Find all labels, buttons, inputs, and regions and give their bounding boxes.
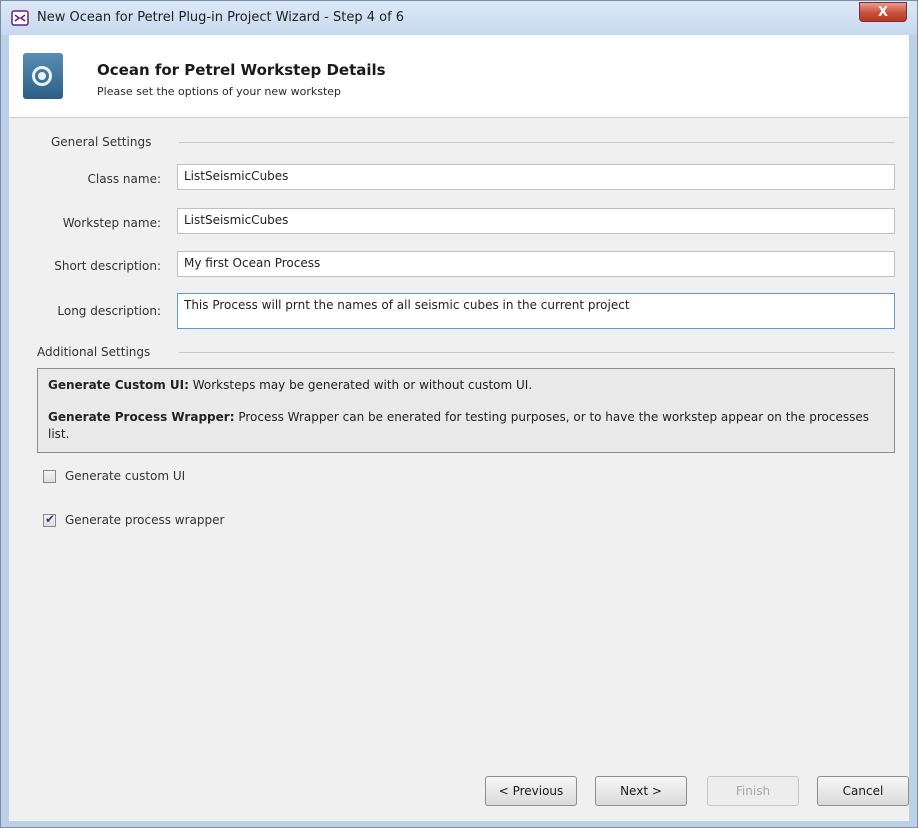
title-bar: New Ocean for Petrel Plug-in Project Wiz… (1, 1, 917, 35)
page-subtitle: Please set the options of your new works… (97, 85, 342, 98)
previous-button[interactable]: < Previous (485, 776, 577, 806)
page-title: Ocean for Petrel Workstep Details (97, 61, 386, 79)
close-button[interactable]: X (859, 2, 907, 22)
additional-settings-label: Additional Settings (37, 345, 151, 359)
general-settings-divider (179, 142, 895, 143)
short-description-input[interactable]: My first Ocean Process (177, 251, 895, 277)
visual-studio-icon (11, 10, 29, 26)
wrapper-info: Generate Process Wrapper: Process Wrappe… (48, 409, 884, 443)
workstep-name-input[interactable]: ListSeismicCubes (177, 208, 895, 234)
generate-process-wrapper-checkbox[interactable]: ✔ (43, 512, 56, 527)
window-title: New Ocean for Petrel Plug-in Project Wiz… (37, 10, 405, 25)
class-name-label: Class name: (87, 172, 161, 186)
generate-process-wrapper-label: Generate process wrapper (65, 513, 225, 527)
ocean-logo-icon (23, 53, 63, 99)
general-settings-label: General Settings (51, 135, 152, 149)
wizard-header: Ocean for Petrel Workstep Details Please… (9, 35, 909, 118)
generate-custom-ui-label: Generate custom UI (65, 469, 186, 483)
workstep-name-label: Workstep name: (62, 216, 161, 230)
custom-ui-info-heading: Generate Custom UI: (48, 378, 189, 392)
additional-info-box: Generate Custom UI: Worksteps may be gen… (37, 368, 895, 453)
checkmark-icon: ✔ (45, 512, 56, 526)
wrapper-info-heading: Generate Process Wrapper: (48, 410, 235, 424)
additional-settings-divider (179, 352, 895, 353)
custom-ui-info-text: Worksteps may be generated with or witho… (188, 378, 533, 392)
finish-button[interactable]: Finish (707, 776, 799, 806)
wizard-window: New Ocean for Petrel Plug-in Project Wiz… (0, 0, 918, 828)
generate-custom-ui-checkbox[interactable] (43, 470, 56, 483)
class-name-input[interactable]: ListSeismicCubes (177, 164, 895, 190)
wizard-body: Ocean for Petrel Workstep Details Please… (9, 35, 909, 821)
custom-ui-info: Generate Custom UI: Worksteps may be gen… (48, 377, 884, 394)
long-description-label: Long description: (57, 304, 161, 318)
long-description-input[interactable]: This Process will prnt the names of all … (177, 293, 895, 329)
next-button[interactable]: Next > (595, 776, 687, 806)
short-description-label: Short description: (54, 259, 161, 273)
cancel-button[interactable]: Cancel (817, 776, 909, 806)
